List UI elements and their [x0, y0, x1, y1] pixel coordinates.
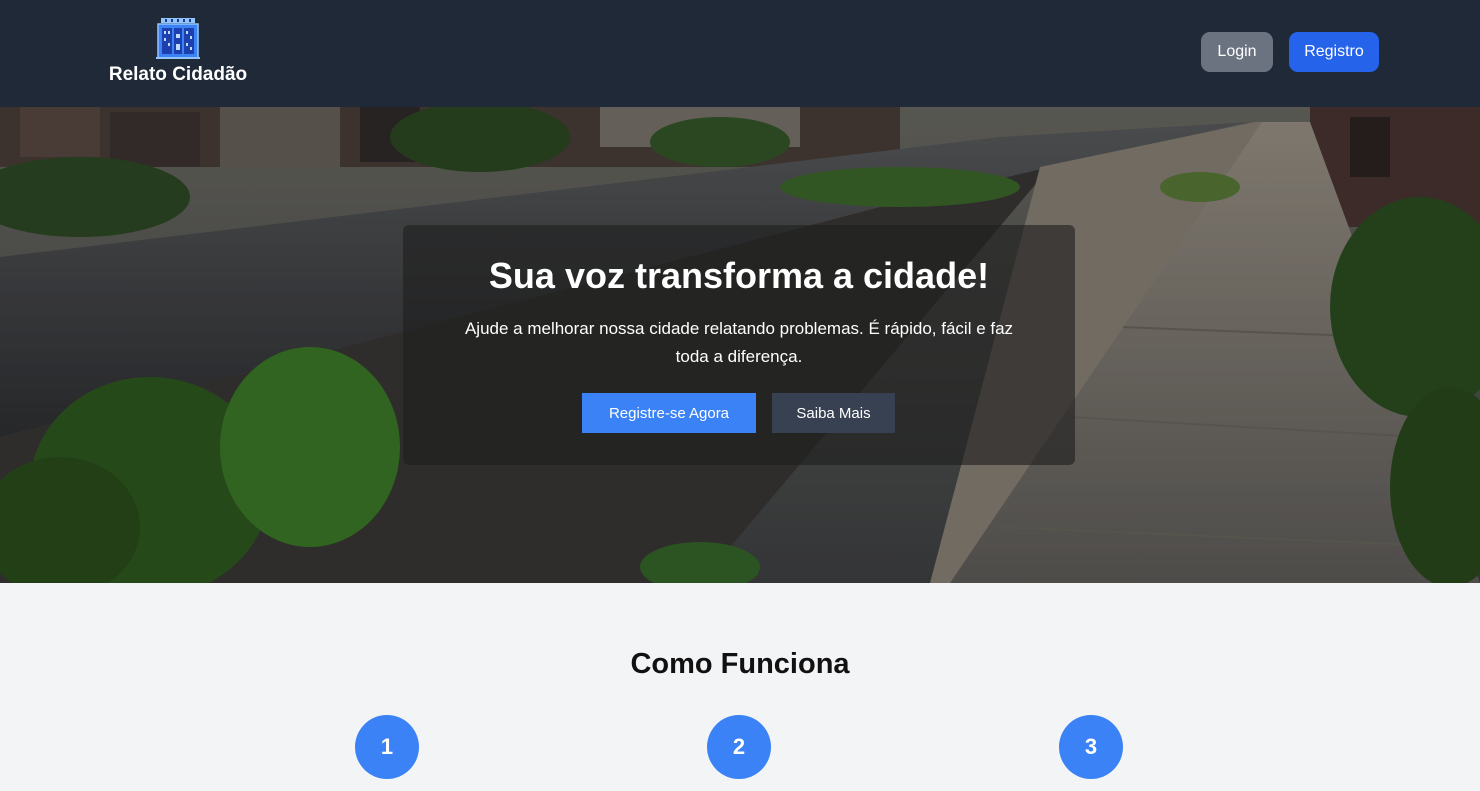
- brand[interactable]: Relato Cidadão: [102, 16, 254, 86]
- top-navbar: Relato Cidadão Login Registro: [0, 0, 1480, 107]
- hero-title: Sua voz transforma a cidade!: [488, 255, 990, 296]
- step-1-badge: 1: [355, 715, 419, 779]
- brand-name: Relato Cidadão: [108, 64, 248, 85]
- hero-card: Sua voz transforma a cidade! Ajude a mel…: [403, 225, 1075, 465]
- step-2-badge: 2: [707, 715, 771, 779]
- how-it-works-title: Como Funciona: [630, 648, 850, 680]
- step-3-badge: 3: [1059, 715, 1123, 779]
- login-button[interactable]: Login: [1201, 32, 1273, 72]
- city-building-icon: [156, 18, 200, 59]
- hero-section: Sua voz transforma a cidade! Ajude a mel…: [0, 107, 1480, 583]
- register-button[interactable]: Registro: [1289, 32, 1379, 72]
- hero-description: Ajude a melhorar nossa cidade relatando …: [464, 319, 1014, 366]
- learn-more-button[interactable]: Saiba Mais: [772, 393, 895, 433]
- register-now-button[interactable]: Registre-se Agora: [582, 393, 756, 433]
